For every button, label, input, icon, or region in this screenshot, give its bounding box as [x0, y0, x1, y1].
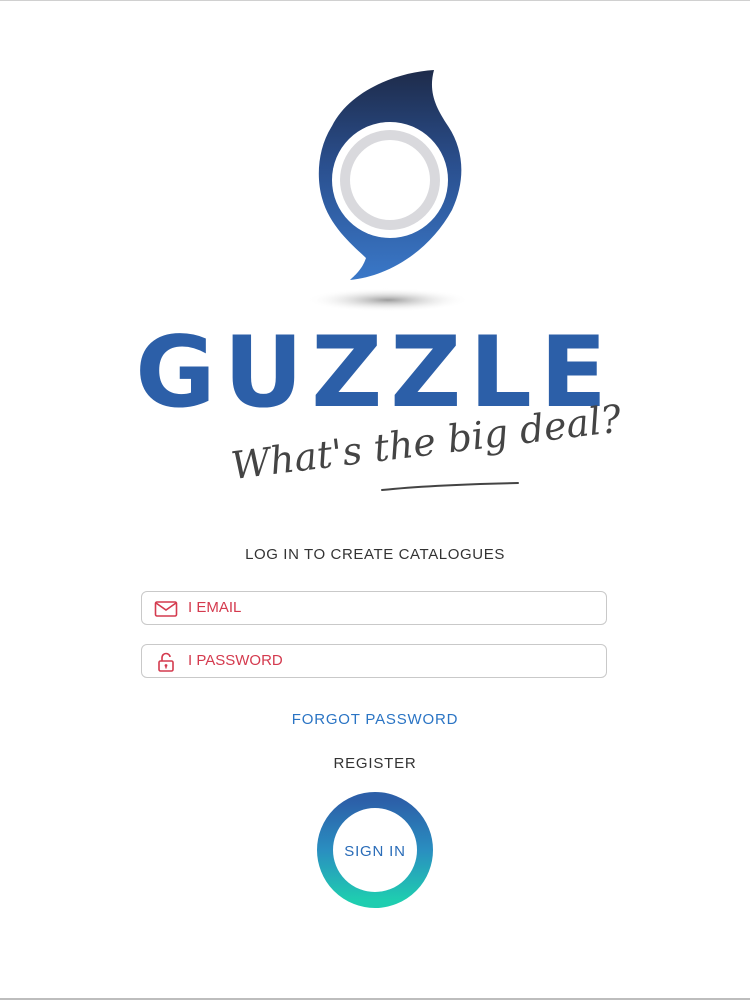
- email-field[interactable]: [188, 592, 596, 623]
- brand-tagline: What's the big deal?: [228, 396, 624, 508]
- envelope-icon: [154, 601, 178, 617]
- sign-in-button[interactable]: SIGN IN: [316, 791, 434, 909]
- email-field-container[interactable]: [141, 591, 607, 625]
- guzzle-logo-icon: [306, 70, 470, 312]
- brand-wordmark: GUZZLE: [135, 316, 615, 430]
- password-field-container[interactable]: [141, 644, 607, 678]
- tagline-underline: [381, 482, 519, 491]
- login-heading: LOG IN TO CREATE CATALOGUES: [245, 546, 505, 563]
- forgot-password-link[interactable]: FORGOT PASSWORD: [0, 711, 750, 728]
- password-field[interactable]: [188, 645, 596, 676]
- top-border: [0, 0, 750, 1]
- padlock-icon: [158, 652, 174, 672]
- sign-in-label: SIGN IN: [344, 843, 406, 860]
- register-link[interactable]: REGISTER: [0, 755, 750, 772]
